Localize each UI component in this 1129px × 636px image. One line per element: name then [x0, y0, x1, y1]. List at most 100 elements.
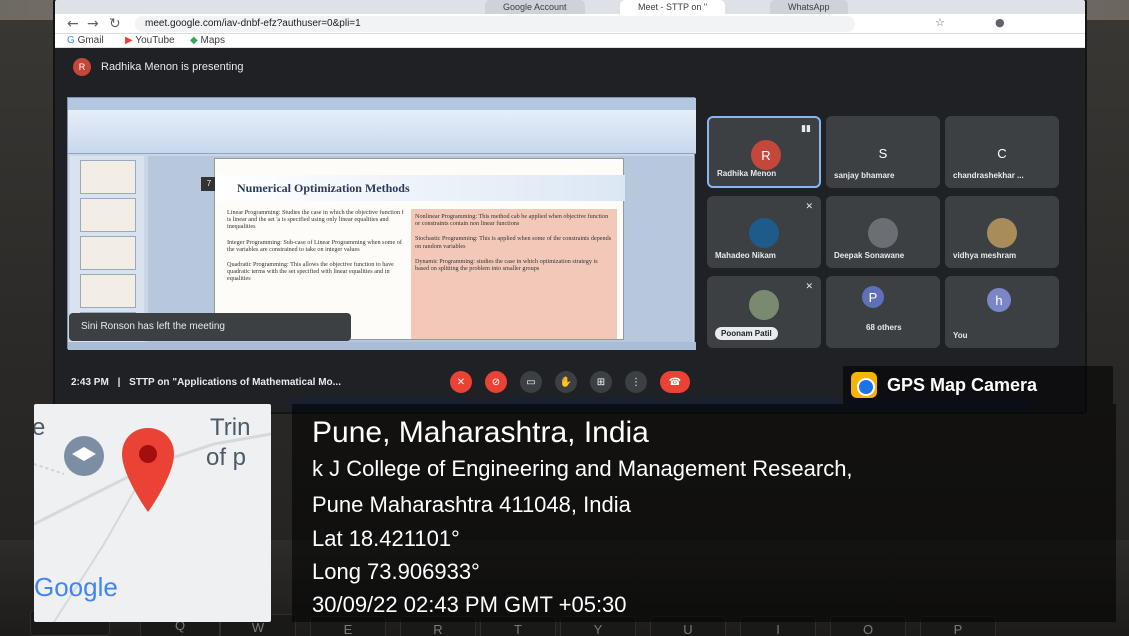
gps-app-badge: GPS Map Camera [843, 366, 1113, 404]
timestamp: 30/09/22 02:43 PM GMT +05:30 [312, 592, 627, 617]
present-button[interactable]: ⊞ [590, 371, 612, 393]
reload-icon[interactable]: ↻ [109, 16, 121, 32]
slide-title: Numerical Optimization Methods [215, 175, 625, 201]
gps-app-label: GPS Map Camera [887, 374, 1038, 395]
participant-tile[interactable]: ▮▮ R Radhika Menon [707, 116, 821, 188]
gps-camera-icon [851, 372, 877, 398]
location-city: Pune, Maharashtra, India [312, 416, 649, 449]
meeting-info: 2:43 PM | STTP on "Applications of Mathe… [71, 377, 341, 388]
tab-label: Google Account [503, 2, 567, 12]
gps-info-panel: Pune, Maharashtra, India k J College of … [292, 404, 1116, 622]
participant-tile[interactable]: P 68 others [826, 276, 940, 348]
bookmark-gmail[interactable]: G Gmail [67, 35, 104, 46]
slide-right-column: Nonlinear Programming: This method cab b… [411, 209, 617, 339]
map-thumbnail: e Trin of p Google [34, 404, 271, 622]
google-logo: Google [34, 572, 118, 602]
slide-bullet: Dynamic Programming: studies the case in… [415, 257, 598, 273]
ppt-statusbar [68, 342, 696, 350]
laptop-screen: Google Account Meet - STTP on " WhatsApp… [55, 0, 1085, 412]
leave-call-button[interactable]: ☎ [660, 371, 690, 393]
participant-name: You [953, 331, 968, 340]
meet-stage: R Radhika Menon is presenting 7 Numerica… [55, 48, 1085, 412]
mic-off-icon: ✕ [805, 202, 813, 212]
tab-label: Meet - STTP on " [638, 2, 708, 12]
map-label: of p [206, 444, 247, 471]
bookmark-label: Maps [200, 35, 225, 46]
participant-avatar [749, 218, 779, 248]
browser-tab-strip: Google Account Meet - STTP on " WhatsApp [55, 0, 1085, 14]
presenting-banner: R Radhika Menon is presenting [73, 58, 243, 76]
presenting-text: Radhika Menon is presenting [101, 61, 244, 73]
ppt-titlebar [68, 98, 696, 110]
latitude: Lat 18.421101° [312, 526, 460, 551]
shared-presentation: 7 Numerical Optimization Methods Linear … [67, 97, 696, 350]
slide-bullet: Quadratic Programming: This allows the o… [227, 261, 394, 283]
meeting-time: 2:43 PM [71, 377, 109, 388]
camera-off-button[interactable]: ⊘ [485, 371, 507, 393]
participant-avatar [749, 290, 779, 320]
participant-name: Poonam Patil [715, 327, 778, 340]
participant-avatar: C [987, 138, 1017, 168]
participant-tile[interactable]: Deepak Sonawane [826, 196, 940, 268]
map-label: e [34, 414, 46, 441]
address-line-2: Pune Maharashtra 411048, India [312, 492, 631, 517]
captions-button[interactable]: ▭ [520, 371, 542, 393]
slide-bullet: Nonlinear Programming: This method cab b… [415, 213, 609, 228]
participant-name: vidhya meshram [953, 251, 1017, 260]
participant-tile[interactable]: ✕ Mahadeo Nikam [707, 196, 821, 268]
bookmark-label: Gmail [77, 35, 104, 46]
more-options-button[interactable]: ⋮ [625, 371, 647, 393]
back-icon[interactable]: ← [67, 16, 79, 32]
mic-off-icon: ✕ [805, 282, 813, 292]
forward-icon[interactable]: → [87, 16, 99, 32]
slide-bullet: Linear Programming: Studies the case in … [227, 209, 404, 231]
profile-icon[interactable]: ● [995, 16, 1005, 29]
map-label: Trin [210, 414, 251, 441]
tab-meet[interactable]: Meet - STTP on " [620, 0, 726, 14]
participant-avatar: P [862, 286, 884, 308]
participant-avatar [987, 218, 1017, 248]
extensions-icon[interactable]: ☆ [935, 16, 945, 29]
slide-thumbnail [80, 160, 136, 194]
participant-tile[interactable]: vidhya meshram [945, 196, 1059, 268]
presenter-avatar: R [73, 58, 91, 76]
address-line-1: k J College of Engineering and Managemen… [312, 456, 853, 481]
participant-name: Mahadeo Nikam [715, 251, 776, 260]
participant-name: 68 others [866, 323, 902, 332]
slide-bullet: Integer Programming: Sub-case of Linear … [227, 238, 402, 253]
mic-off-button[interactable]: ✕ [450, 371, 472, 393]
participant-tile[interactable]: ✕ Poonam Patil [707, 276, 821, 348]
participant-name: Deepak Sonawane [834, 251, 905, 260]
bookmark-label: YouTube [135, 35, 175, 46]
participant-name: sanjay bhamare [834, 171, 895, 180]
participant-name: chandrashekhar ... [953, 171, 1024, 180]
participant-avatar: S [868, 138, 898, 168]
bookmarks-bar: G Gmail ▶ YouTube ◆ Maps [55, 34, 1085, 48]
participant-avatar [868, 218, 898, 248]
raise-hand-button[interactable]: ✋ [555, 371, 577, 393]
slide-thumbnail [80, 198, 136, 232]
bookmark-youtube[interactable]: ▶ YouTube [125, 35, 175, 46]
location-pin-icon [122, 428, 174, 512]
tab-whatsapp[interactable]: WhatsApp [770, 0, 848, 14]
participant-tile[interactable]: h You [945, 276, 1059, 348]
bookmark-maps[interactable]: ◆ Maps [190, 35, 225, 46]
ppt-ribbon [68, 110, 696, 154]
participant-name: Radhika Menon [717, 169, 777, 178]
participant-avatar: R [751, 140, 781, 170]
slide-thumbnail [80, 236, 136, 270]
slide-thumbnail [80, 274, 136, 308]
longitude: Long 73.906933° [312, 559, 480, 584]
tab-label: WhatsApp [788, 2, 830, 12]
participant-tile[interactable]: S sanjay bhamare [826, 116, 940, 188]
tab-google-account[interactable]: Google Account [485, 0, 585, 14]
speaking-icon: ▮▮ [801, 124, 811, 134]
meeting-title: STTP on "Applications of Mathematical Mo… [129, 377, 341, 388]
browser-toolbar: ← → ↻ meet.google.com/iav-dnbf-efz?authu… [55, 14, 1085, 34]
participant-tile[interactable]: C chandrashekhar ... [945, 116, 1059, 188]
slide-bullet: Stochastic Programming: This is applied … [415, 235, 612, 250]
participant-avatar: h [987, 288, 1011, 312]
left-meeting-toast: Sini Ronson has left the meeting [69, 313, 351, 341]
education-place-icon [64, 436, 104, 476]
address-bar[interactable]: meet.google.com/iav-dnbf-efz?authuser=0&… [135, 16, 855, 32]
